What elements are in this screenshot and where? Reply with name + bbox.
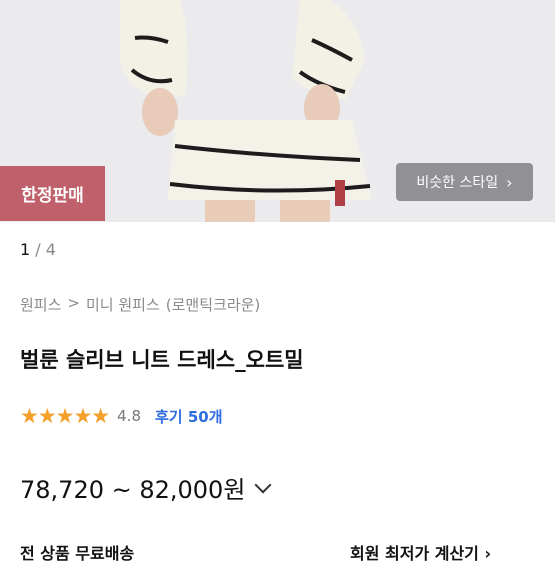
breadcrumb-item-onepiece[interactable]: 원피스 bbox=[20, 294, 61, 315]
breadcrumb-separator: > bbox=[67, 294, 80, 312]
image-pager: 1 / 4 bbox=[20, 240, 56, 259]
breadcrumb-brand[interactable]: (로맨틱크라운) bbox=[166, 294, 261, 315]
breadcrumb-item-mini-onepiece[interactable]: 미니 원피스 bbox=[86, 294, 160, 315]
product-title: 벌룬 슬리브 니트 드레스_오트밀 bbox=[20, 348, 304, 372]
similar-style-label: 비슷한 스타일 bbox=[416, 175, 499, 191]
pager-total: 4 bbox=[45, 240, 56, 259]
pager-separator: / bbox=[35, 240, 41, 259]
reviews-link[interactable]: 후기 50개 bbox=[155, 406, 223, 427]
rating-row: ★★★★★ 4.8 후기 50개 bbox=[20, 404, 223, 428]
star-rating-icon: ★★★★★ bbox=[20, 404, 110, 428]
free-shipping-text: 전 상품 무료배송 bbox=[20, 544, 135, 563]
price-row[interactable]: 78,720 ~ 82,000원 bbox=[20, 470, 272, 505]
product-image-carousel[interactable]: 한정판매 비슷한 스타일 › bbox=[0, 0, 555, 222]
member-price-calculator-link[interactable]: 회원 최저가 계산기 › bbox=[350, 540, 491, 564]
pager-current: 1 bbox=[20, 240, 31, 259]
limited-sale-badge: 한정판매 bbox=[0, 166, 105, 221]
breadcrumb: 원피스 > 미니 원피스 (로맨틱크라운) bbox=[20, 294, 260, 315]
similar-style-button[interactable]: 비슷한 스타일 › bbox=[396, 163, 533, 201]
price-range: 78,720 ~ 82,000원 bbox=[20, 476, 246, 504]
rating-score: 4.8 bbox=[117, 407, 141, 425]
chevron-right-icon: › bbox=[506, 172, 513, 192]
chevron-down-icon[interactable] bbox=[254, 476, 272, 493]
